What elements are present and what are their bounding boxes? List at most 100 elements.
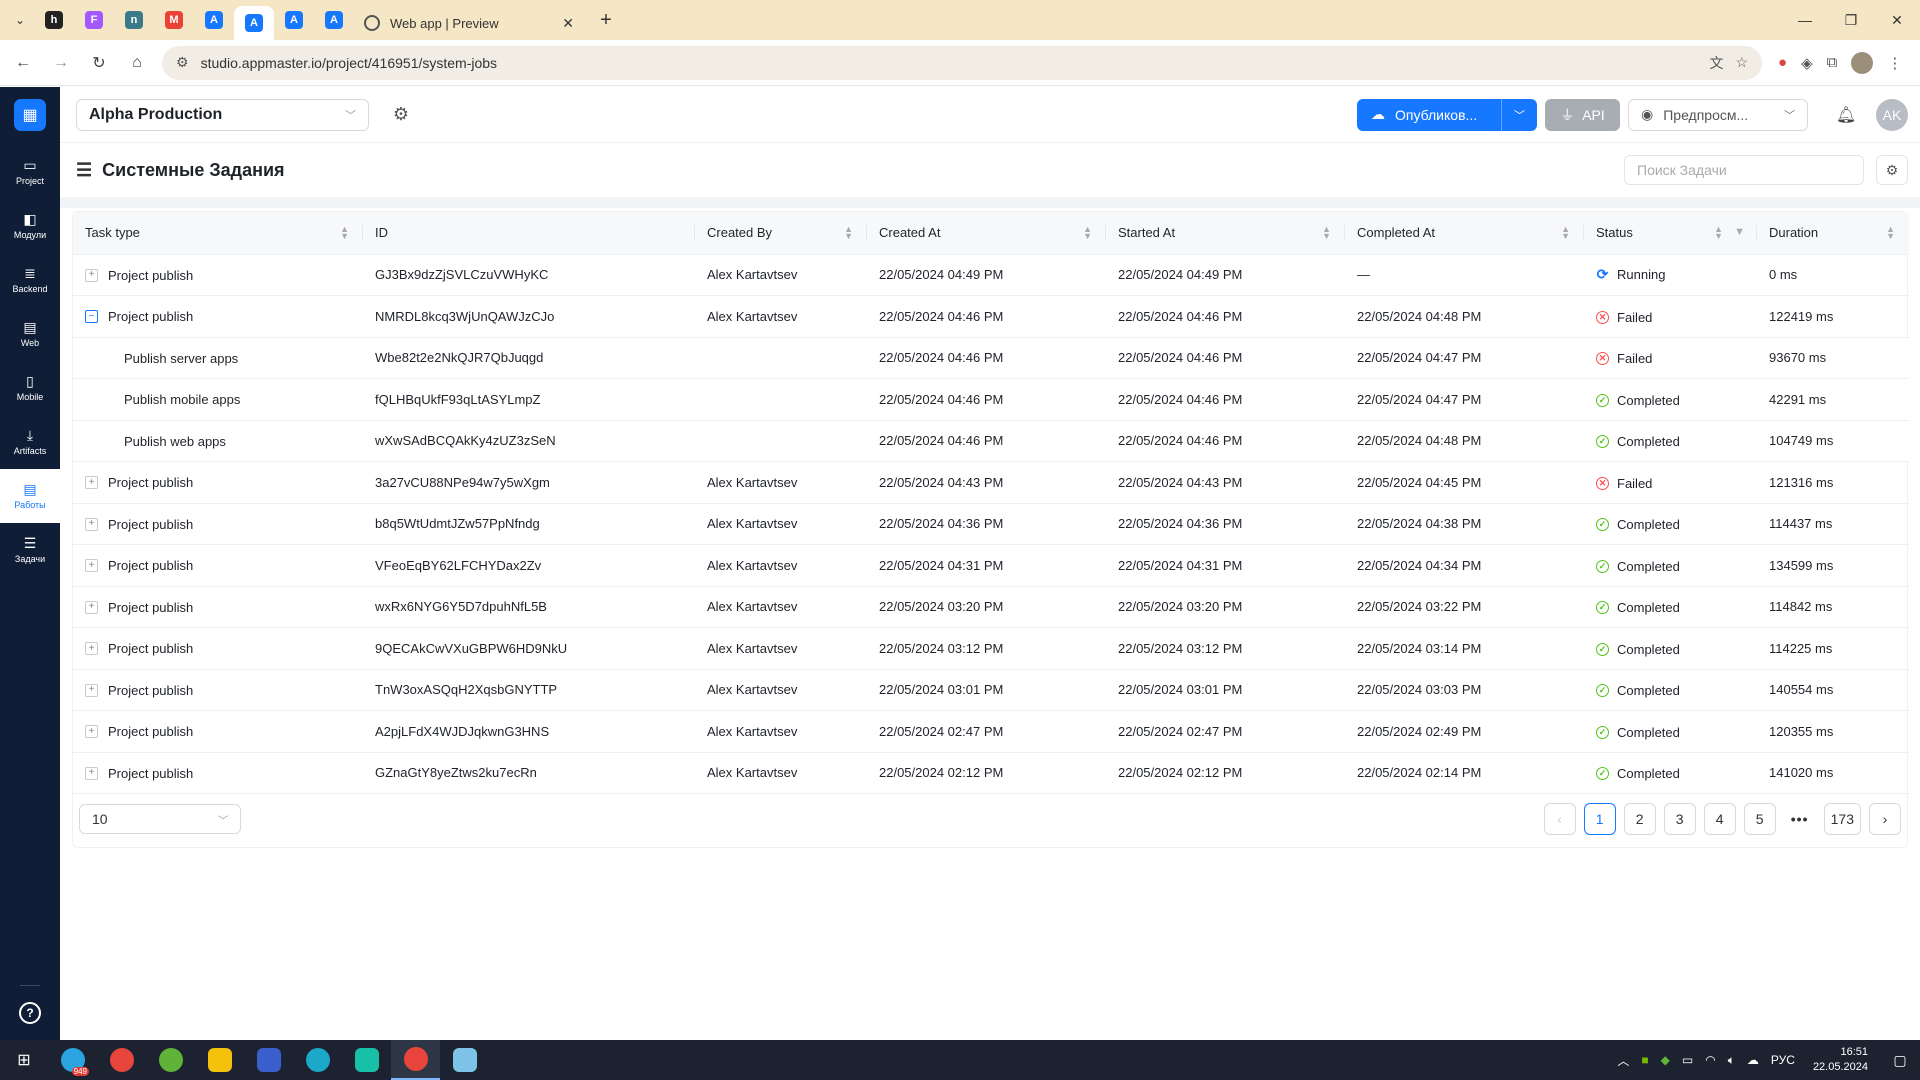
- tray-chevron-up-icon[interactable]: ︿: [1617, 1052, 1629, 1069]
- notifications-bell-icon[interactable]: 🔔︎: [1830, 99, 1862, 131]
- more-pages-button[interactable]: •••: [1784, 803, 1816, 835]
- expand-row-icon[interactable]: +: [85, 683, 98, 697]
- sidebar-item-project[interactable]: ▭ Project: [0, 145, 60, 199]
- column-header[interactable]: Created At ▲ ▼: [867, 212, 1106, 255]
- nvidia-icon[interactable]: ■: [1641, 1053, 1648, 1067]
- site-info-icon[interactable]: ⚙: [176, 54, 189, 71]
- table-row[interactable]: + Project publish 3a27vCU88NPe94w7y5wXgm Al…: [73, 461, 1909, 504]
- clock[interactable]: 16:51 22.05.2024: [1813, 1045, 1868, 1075]
- pinned-tab[interactable]: F: [74, 0, 114, 40]
- shield-extension-icon[interactable]: ◈: [1801, 54, 1813, 72]
- taskbar-app[interactable]: [440, 1040, 489, 1080]
- pinned-tab[interactable]: n: [114, 0, 154, 40]
- sort-icon[interactable]: ▲ ▼: [1083, 225, 1092, 241]
- expand-row-icon[interactable]: +: [85, 642, 98, 656]
- column-header[interactable]: Status ▲ ▼ ▼: [1584, 212, 1757, 255]
- page-size-select[interactable]: 10 ﹀: [79, 804, 241, 834]
- table-row[interactable]: + Project publish GJ3Bx9dzZjSVLCzuVWHyKC Al…: [73, 254, 1909, 296]
- expand-row-icon[interactable]: +: [85, 725, 98, 739]
- expand-row-icon[interactable]: +: [85, 268, 98, 282]
- taskbar-app[interactable]: [391, 1040, 440, 1080]
- extensions-puzzle-icon[interactable]: ⧉: [1827, 54, 1838, 71]
- column-header[interactable]: Started At ▲ ▼: [1106, 212, 1345, 255]
- last-page-button[interactable]: 173: [1823, 803, 1861, 835]
- appmaster-logo-icon[interactable]: ▦: [14, 99, 46, 131]
- column-header[interactable]: Duration ▲ ▼: [1757, 212, 1909, 255]
- table-settings-gear-icon[interactable]: ⚙: [1876, 155, 1908, 185]
- taskbar-app[interactable]: [244, 1040, 293, 1080]
- sidebar-item-backend[interactable]: ≣ Backend: [0, 253, 60, 307]
- table-row[interactable]: + Project publish A2pjLFdX4WJDJqkwnG3HNS Al…: [73, 710, 1909, 753]
- column-header[interactable]: Created By ▲ ▼: [695, 212, 867, 255]
- windows-start-icon[interactable]: ⊞: [0, 1040, 48, 1080]
- volume-icon[interactable]: 🔈︎: [1728, 1053, 1735, 1068]
- new-tab-button[interactable]: +: [592, 9, 620, 32]
- taskbar-app[interactable]: [195, 1040, 244, 1080]
- restore-button[interactable]: ❐: [1828, 0, 1874, 40]
- battery-icon[interactable]: ▭: [1682, 1053, 1693, 1067]
- cloud-icon[interactable]: ☁: [1747, 1053, 1759, 1067]
- table-row[interactable]: + Project publish VFeoEqBY62LFCHYDax2Zv Ale…: [73, 544, 1909, 587]
- column-header[interactable]: Completed At ▲ ▼: [1345, 212, 1584, 255]
- sort-icon[interactable]: ▲ ▼: [340, 225, 349, 241]
- table-row[interactable]: + Project publish b8q5WtUdmtJZw57PpNfndg Al…: [73, 503, 1909, 545]
- publish-dropdown-chevron-icon[interactable]: ﹀: [1501, 98, 1537, 131]
- taskbar-app[interactable]: [97, 1040, 146, 1080]
- pinned-tab[interactable]: A: [314, 0, 354, 40]
- sidebar-item-модули[interactable]: ◧ Модули: [0, 199, 60, 253]
- profile-avatar[interactable]: [1851, 51, 1874, 74]
- translate-icon[interactable]: 文: [1709, 53, 1723, 73]
- table-row[interactable]: Publish server apps Wbe82t2e2NkQJR7QbJuqg…: [73, 337, 1909, 379]
- notification-center-icon[interactable]: ▢: [1880, 1040, 1920, 1080]
- sidebar-item-задачи[interactable]: ☰ Задачи: [0, 523, 60, 577]
- sort-icon[interactable]: ▲ ▼: [1322, 225, 1331, 241]
- expand-row-icon[interactable]: +: [85, 600, 98, 614]
- prev-page-button[interactable]: ‹: [1543, 803, 1576, 835]
- sidebar-item-artifacts[interactable]: ⤓ Artifacts: [0, 415, 60, 469]
- browser-tab-active[interactable]: Web app | Preview ✕: [354, 6, 584, 40]
- table-row[interactable]: Publish mobile apps fQLHBqUkfF93qLtASYLmp…: [73, 378, 1909, 421]
- taskbar-app[interactable]: [342, 1040, 391, 1080]
- page-button-3[interactable]: 3: [1663, 803, 1696, 835]
- tab-search-button[interactable]: ⌄: [6, 6, 34, 34]
- close-window-button[interactable]: ✕: [1874, 0, 1920, 40]
- column-header[interactable]: ID: [363, 212, 695, 255]
- wifi-icon[interactable]: ◠: [1705, 1053, 1715, 1067]
- publish-button[interactable]: ☁ Опубликов... ﹀: [1357, 98, 1537, 131]
- url-text[interactable]: studio.appmaster.io/project/416951/syste…: [201, 55, 1698, 71]
- close-tab-icon[interactable]: ✕: [562, 15, 574, 32]
- user-avatar[interactable]: AK: [1876, 98, 1908, 131]
- page-button-4[interactable]: 4: [1703, 803, 1736, 835]
- next-page-button[interactable]: ›: [1869, 803, 1901, 835]
- table-row[interactable]: + Project publish wxRx6NYG6Y5D7dpuhNfL5B Al…: [73, 586, 1909, 628]
- sidebar-item-web[interactable]: ▤ Web: [0, 307, 60, 361]
- security-icon[interactable]: ◆: [1661, 1053, 1670, 1067]
- project-settings-gear-icon[interactable]: ⚙: [387, 101, 415, 129]
- expand-row-icon[interactable]: +: [85, 517, 98, 531]
- bookmark-star-icon[interactable]: ☆: [1735, 54, 1748, 71]
- sidebar-item-работы[interactable]: ▤ Работы: [0, 469, 60, 523]
- back-button[interactable]: ←: [6, 46, 40, 80]
- pinned-tab[interactable]: A: [274, 0, 314, 40]
- table-row[interactable]: + Project publish TnW3oxASQqH2XqsbGNYTTP Al…: [73, 669, 1909, 711]
- page-button-5[interactable]: 5: [1743, 803, 1776, 835]
- table-row[interactable]: + Project publish 9QECAkCwVXuGBPW6HD9NkU Al…: [73, 627, 1909, 670]
- minimize-button[interactable]: —: [1782, 0, 1828, 40]
- taskbar-app[interactable]: [293, 1040, 342, 1080]
- expand-row-icon[interactable]: +: [85, 476, 98, 490]
- column-header[interactable]: Task type ▲ ▼: [73, 212, 363, 255]
- reload-button[interactable]: ↻: [82, 46, 116, 80]
- page-button-1[interactable]: 1: [1583, 803, 1616, 835]
- sort-icon[interactable]: ▲ ▼: [844, 225, 853, 241]
- collapse-row-icon[interactable]: −: [85, 310, 98, 324]
- pinned-tab[interactable]: M: [154, 0, 194, 40]
- browser-menu-icon[interactable]: ⋮: [1887, 54, 1902, 72]
- sort-icon[interactable]: ▲ ▼: [1886, 225, 1895, 241]
- table-row[interactable]: − Project publish NMRDL8kcq3WjUnQAWJzCJo Al…: [73, 295, 1909, 338]
- filter-icon[interactable]: ▼: [1734, 226, 1745, 238]
- forward-button[interactable]: →: [44, 46, 78, 80]
- pinned-tab[interactable]: A: [194, 0, 234, 40]
- task-search-input[interactable]: [1624, 155, 1864, 185]
- expand-row-icon[interactable]: +: [85, 559, 98, 573]
- page-button-2[interactable]: 2: [1623, 803, 1656, 835]
